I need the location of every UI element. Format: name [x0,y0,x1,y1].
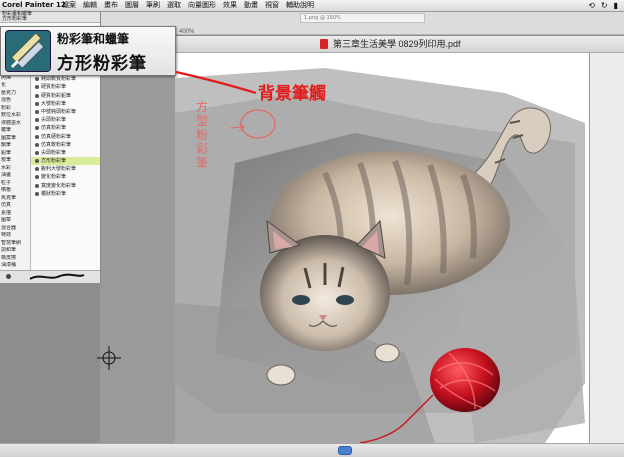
pointer-arrow-line [175,70,257,95]
annotation-arrows [175,70,276,139]
crosshair-cursor [97,346,121,370]
scroll-thumb[interactable] [338,446,352,455]
status-bar [0,443,624,457]
stroke-sample-circle [240,109,276,139]
